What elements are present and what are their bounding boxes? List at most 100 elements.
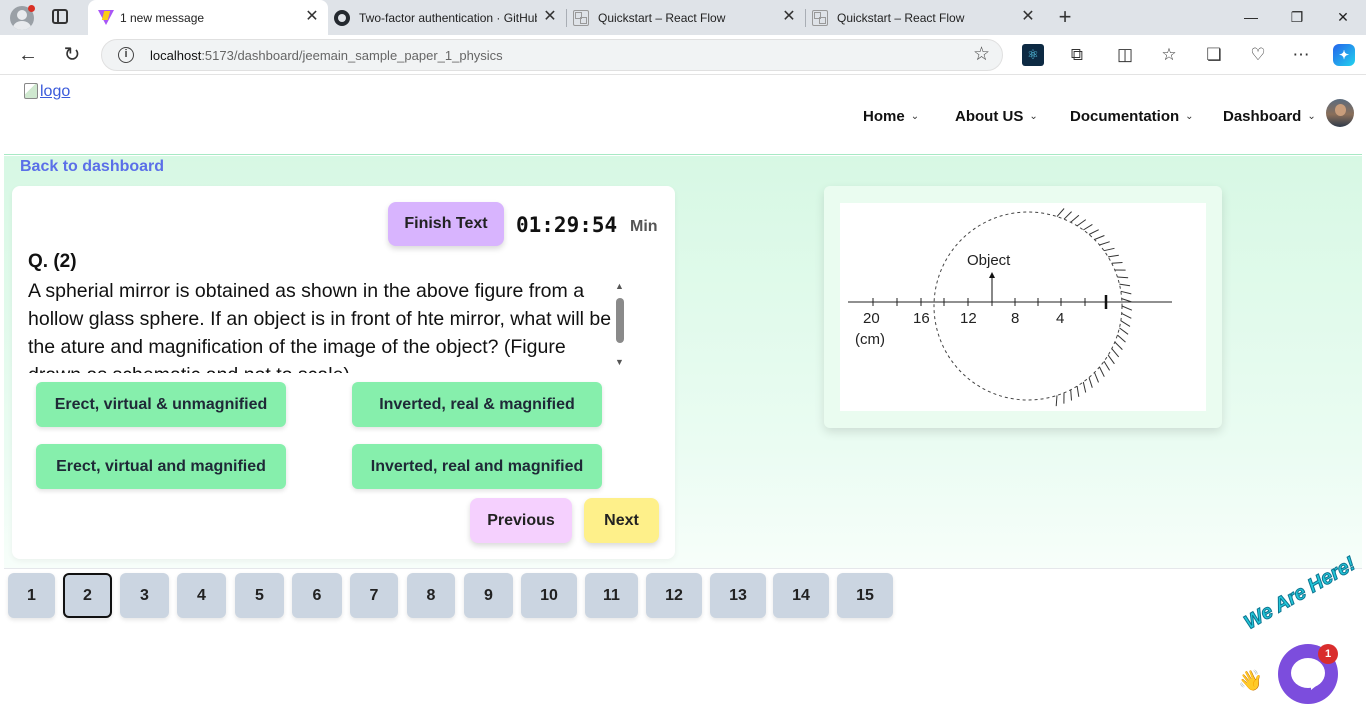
logo[interactable]: logo (24, 83, 70, 105)
favorite-star-icon[interactable]: ☆ (973, 45, 990, 65)
hatch-mark (1107, 354, 1115, 365)
hatch-mark (1055, 395, 1058, 407)
hatch-mark (1119, 283, 1131, 287)
tab-react-flow-1[interactable]: Quickstart – React Flow ✕ (567, 0, 805, 35)
react-flow-icon (573, 10, 589, 26)
close-tab-icon[interactable]: ✕ (781, 9, 797, 25)
refresh-icon[interactable]: ↻ (60, 43, 84, 67)
tab-title: Two-factor authentication · GitHub (359, 10, 537, 25)
page-button-1[interactable]: 1 (8, 573, 55, 618)
mirror-figure: Object 20 16 12 8 4 (cm) (840, 203, 1206, 411)
page-button-9[interactable]: 9 (464, 573, 513, 618)
chat-unread-badge: 1 (1318, 644, 1338, 664)
split-screen-icon[interactable]: ◫ (1114, 44, 1136, 66)
question-text: A spherial mirror is obtained as shown i… (28, 280, 612, 373)
browser-tab-bar: 1 new message ✕ Two-factor authenticatio… (0, 0, 1366, 35)
tab-title: Quickstart – React Flow (598, 10, 726, 25)
object-arrow-head (989, 272, 995, 278)
page-button-15[interactable]: 15 (837, 573, 893, 618)
next-button[interactable]: Next (584, 498, 659, 543)
page-button-12[interactable]: 12 (646, 573, 702, 618)
minimize-icon[interactable]: — (1240, 6, 1262, 28)
hatch-mark (1120, 320, 1131, 327)
page-button-10[interactable]: 10 (521, 573, 577, 618)
hatch-mark (1111, 348, 1120, 358)
scrollbar-thumb[interactable] (616, 298, 624, 343)
waving-hand-icon: 👋 (1238, 670, 1263, 692)
page-button-7[interactable]: 7 (350, 573, 398, 618)
react-devtools-icon[interactable]: ⚛ (1022, 44, 1044, 66)
restore-icon[interactable]: ❐ (1286, 6, 1308, 28)
close-tab-icon[interactable]: ✕ (1020, 9, 1036, 25)
hatch-mark (1094, 235, 1105, 240)
new-tab-icon[interactable]: + (1056, 6, 1074, 28)
scale-label-16: 16 (913, 310, 930, 327)
tab-react-flow-2[interactable]: Quickstart – React Flow ✕ (806, 0, 1044, 35)
url-host: localhost (150, 48, 202, 63)
page-button-5[interactable]: 5 (235, 573, 284, 618)
site-info-icon[interactable]: i (118, 47, 134, 63)
chat-bubble-icon (1291, 658, 1325, 690)
nav-dashboard[interactable]: Dashboard ⌄ (1223, 108, 1316, 125)
previous-button[interactable]: Previous (470, 498, 572, 543)
hatch-mark (1094, 372, 1099, 383)
window-close-icon[interactable]: ✕ (1332, 6, 1354, 28)
tab-github-2fa[interactable]: Two-factor authentication · GitHub ✕ (328, 0, 566, 35)
hatch-mark (1088, 377, 1093, 388)
scroll-down-arrow-icon[interactable]: ▼ (615, 357, 624, 367)
option-c[interactable]: Erect, virtual and magnified (36, 444, 286, 489)
page-button-14[interactable]: 14 (773, 573, 829, 618)
hatch-mark (1121, 298, 1133, 303)
hatch-mark (1121, 312, 1132, 319)
page-button-6[interactable]: 6 (292, 573, 342, 618)
nav-about-us[interactable]: About US ⌄ (955, 108, 1038, 125)
close-tab-icon[interactable]: ✕ (304, 9, 320, 25)
vite-icon (98, 10, 114, 25)
page: logo Home ⌄ About US ⌄ Documentation ⌄ Dash… (4, 75, 1362, 720)
tab-1-new-message[interactable]: 1 new message ✕ (88, 0, 328, 35)
page-button-11[interactable]: 11 (585, 573, 638, 618)
tab-actions-icon[interactable] (52, 9, 68, 24)
hatch-mark (1114, 341, 1123, 350)
nav-label: Home (863, 108, 905, 125)
tab-title: Quickstart – React Flow (837, 10, 965, 25)
test-content-area: Back to dashboard Finish Text 01:29:54 M… (4, 156, 1362, 568)
favorites-icon[interactable]: ☆ (1158, 44, 1180, 66)
scroll-up-arrow-icon[interactable]: ▲ (615, 281, 624, 291)
question-pagination: 1 2 3 4 5 6 7 8 9 10 11 12 13 14 15 (4, 568, 1362, 720)
scale-label-4: 4 (1056, 310, 1064, 327)
page-button-3[interactable]: 3 (120, 573, 169, 618)
browser-essentials-icon[interactable]: ♡ (1247, 44, 1269, 66)
hatch-mark (1076, 386, 1080, 397)
collections-icon[interactable]: ❏ (1203, 44, 1225, 66)
close-tab-icon[interactable]: ✕ (542, 9, 558, 25)
extensions-puzzle-icon[interactable]: ⧉ (1066, 44, 1088, 66)
finish-test-button[interactable]: Finish Text (388, 202, 504, 246)
copilot-icon[interactable]: ✦ (1333, 44, 1355, 66)
question-text-scroll[interactable]: A spherial mirror is obtained as shown i… (28, 277, 612, 373)
page-button-4[interactable]: 4 (177, 573, 226, 618)
back-arrow-icon[interactable]: ← (16, 43, 40, 67)
hatch-mark (1117, 276, 1129, 279)
nav-label: About US (955, 108, 1024, 125)
page-button-2[interactable]: 2 (63, 573, 112, 618)
page-button-13[interactable]: 13 (710, 573, 766, 618)
user-avatar[interactable] (1326, 99, 1354, 127)
github-icon (334, 10, 350, 26)
more-menu-icon[interactable]: ⋯ (1290, 44, 1312, 66)
chat-widget[interactable]: We Are Here! 👋 1 (1232, 552, 1366, 720)
scale-label-8: 8 (1011, 310, 1019, 327)
tab-title: 1 new message (120, 10, 205, 25)
back-to-dashboard-link[interactable]: Back to dashboard (20, 158, 164, 176)
url-bar[interactable]: i localhost:5173/dashboard/jeemain_sampl… (101, 39, 1003, 71)
page-button-8[interactable]: 8 (407, 573, 455, 618)
nav-documentation[interactable]: Documentation ⌄ (1070, 108, 1194, 125)
figure-card: Object 20 16 12 8 4 (cm) (824, 186, 1222, 428)
site-header: logo Home ⌄ About US ⌄ Documentation ⌄ Dash… (4, 75, 1362, 155)
option-b[interactable]: Inverted, real & magnified (352, 382, 602, 427)
option-a[interactable]: Erect, virtual & unmagnified (36, 382, 286, 427)
hatch-mark (1103, 247, 1115, 252)
option-d[interactable]: Inverted, real and magnified (352, 444, 602, 489)
chevron-down-icon: ⌄ (1185, 111, 1194, 122)
nav-home[interactable]: Home ⌄ (863, 108, 919, 125)
